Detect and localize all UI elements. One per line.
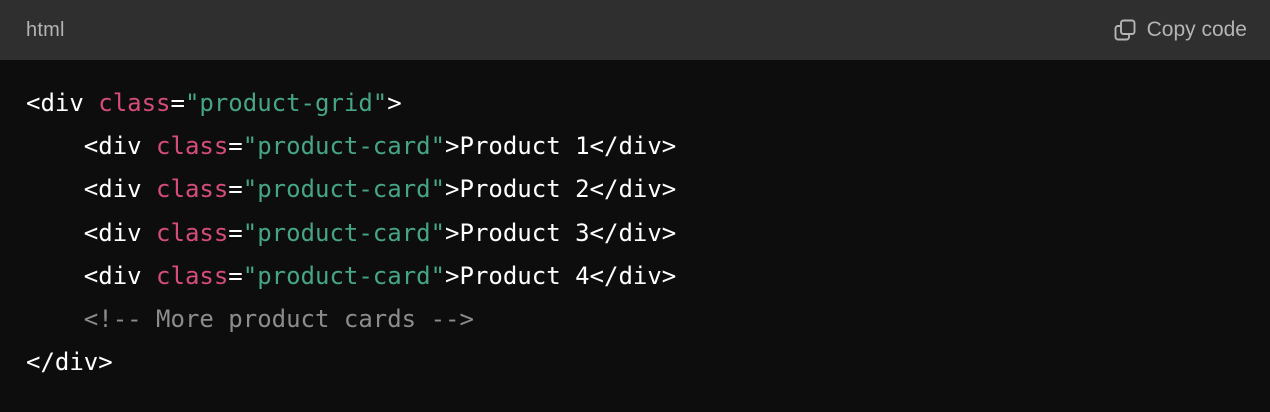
attr-value: "product-card" (242, 218, 446, 247)
tag-close: > (445, 175, 460, 204)
tag-open: <div (83, 261, 157, 290)
tag-open: <div (83, 132, 157, 161)
attr-name: class (98, 89, 171, 117)
code-line-5: <div class="product-card">Product 4</div… (26, 255, 1270, 298)
attr-name: class (156, 261, 229, 290)
code-line-6: <!-- More product cards --> (26, 298, 1270, 341)
attr-value: "product-grid" (184, 89, 388, 117)
attr-equals: = (228, 261, 243, 290)
attr-equals: = (228, 218, 243, 247)
code-line-1: <div class="product-grid"> (26, 82, 1270, 125)
attr-equals: = (228, 132, 243, 161)
tag-end: </div> (589, 132, 677, 161)
attr-value: "product-card" (242, 132, 446, 161)
code-line-4: <div class="product-card">Product 3</div… (26, 212, 1270, 255)
tag-close: > (387, 89, 402, 117)
attr-equals: = (170, 89, 185, 117)
element-text: Product 3 (459, 218, 590, 247)
element-text: Product 4 (459, 261, 590, 290)
code-block: html Copy code <div class="product-grid"… (0, 0, 1270, 412)
copy-icon (1113, 18, 1137, 42)
copy-code-button[interactable]: Copy code (1113, 18, 1247, 42)
element-text: Product 1 (459, 132, 590, 161)
element-text: Product 2 (459, 175, 590, 204)
attr-name: class (156, 175, 229, 204)
attr-value: "product-card" (242, 261, 446, 290)
tag-close: > (445, 261, 460, 290)
attr-name: class (156, 218, 229, 247)
tag-end: </div> (26, 348, 113, 377)
tag-close: > (445, 132, 460, 161)
attr-value: "product-card" (242, 175, 446, 204)
tag-open: <div (26, 89, 99, 117)
attr-name: class (156, 132, 229, 161)
tag-close: > (445, 218, 460, 247)
language-label: html (26, 18, 65, 41)
code-line-3: <div class="product-card">Product 2</div… (26, 168, 1270, 211)
tag-open: <div (83, 218, 157, 247)
tag-open: <div (83, 175, 157, 204)
code-line-2: <div class="product-card">Product 1</div… (26, 125, 1270, 168)
code-area[interactable]: <div class="product-grid"> <div class="p… (0, 60, 1270, 384)
code-line-7: </div> (26, 341, 1270, 384)
tag-end: </div> (589, 175, 677, 204)
code-comment: <!-- More product cards --> (83, 304, 474, 333)
copy-code-label: Copy code (1146, 18, 1247, 41)
tag-end: </div> (589, 261, 677, 290)
code-block-header: html Copy code (0, 0, 1270, 60)
tag-end: </div> (589, 218, 677, 247)
attr-equals: = (228, 175, 243, 204)
